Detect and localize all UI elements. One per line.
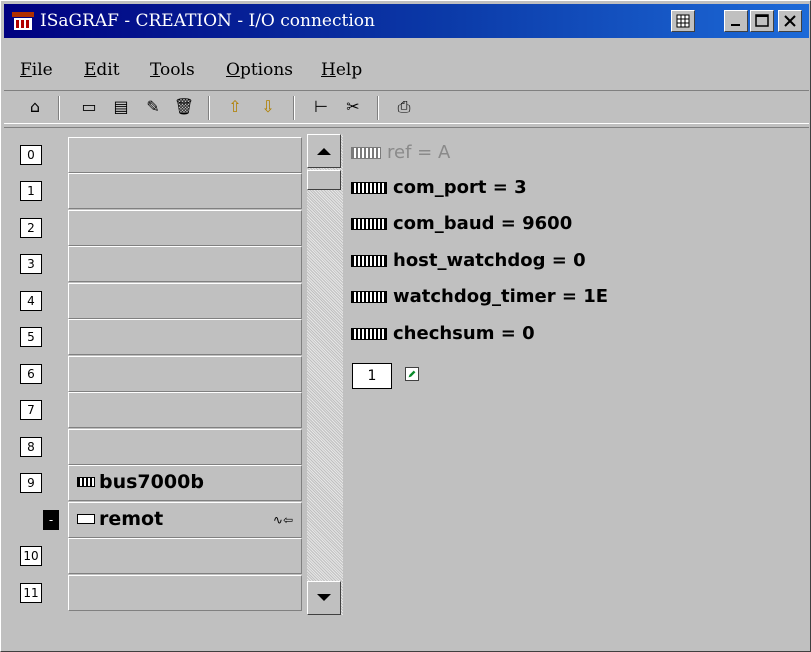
toolbar-separator <box>293 96 295 120</box>
toolbar-separator <box>377 96 379 120</box>
parameter-icon <box>351 255 387 267</box>
slot-row[interactable] <box>68 246 302 282</box>
edit-icon[interactable] <box>405 367 419 381</box>
chevron-down-icon <box>317 594 331 601</box>
slot-number[interactable]: 1 <box>20 181 42 201</box>
slot-number[interactable]: 6 <box>20 364 42 384</box>
slot-number[interactable]: 4 <box>20 291 42 311</box>
connection-icon: ∿⇦ <box>272 513 293 527</box>
channel-number[interactable]: 1 <box>352 363 392 389</box>
board-icon <box>77 514 95 524</box>
scroll-thumb[interactable] <box>307 170 341 190</box>
window: ISaGRAF - CREATION - I/O connection File… <box>0 0 811 652</box>
print-icon[interactable]: ⎙ <box>393 97 415 117</box>
menu-tools[interactable]: Tools <box>150 60 195 80</box>
title-bar[interactable]: ISaGRAF - CREATION - I/O connection <box>4 4 809 38</box>
scroll-down-button[interactable] <box>307 581 341 615</box>
close-button[interactable] <box>778 10 802 32</box>
scroll-up-button[interactable] <box>307 134 341 168</box>
slot-number[interactable]: 8 <box>20 437 42 457</box>
parameter-item[interactable]: chechsum = 0 <box>351 319 535 349</box>
parameter-icon <box>351 147 381 159</box>
open-icon[interactable]: ⌂ <box>24 97 46 117</box>
parameter-icon <box>351 218 387 230</box>
slot-row[interactable] <box>68 319 302 355</box>
slot-row[interactable] <box>68 356 302 392</box>
grid-icon[interactable] <box>671 10 695 32</box>
cut-icon[interactable]: ✂ <box>342 97 364 117</box>
slot-row[interactable] <box>68 283 302 319</box>
slot-row[interactable] <box>68 210 302 246</box>
parameter-item[interactable]: host_watchdog = 0 <box>351 246 586 276</box>
maximize-button[interactable] <box>750 10 774 32</box>
up-arrow-icon[interactable]: ⇧ <box>224 97 246 117</box>
parameter-item[interactable]: com_port = 3 <box>351 173 527 203</box>
slot-number[interactable]: 9 <box>20 473 42 493</box>
slot-row[interactable] <box>68 429 302 465</box>
app-icon <box>12 12 34 30</box>
toolbar: ⌂ ▭ ▤ ✎ 🗑 ⇧ ⇩ ⊢ ✂ ⎙ <box>4 90 809 124</box>
slot-number[interactable]: 5 <box>20 327 42 347</box>
board-icon[interactable]: ▭ <box>78 97 100 117</box>
slot-number[interactable]: 2 <box>20 218 42 238</box>
slot-label: remot <box>99 508 164 530</box>
window-title: ISaGRAF - CREATION - I/O connection <box>40 11 375 31</box>
connect-icon[interactable]: ⊢ <box>310 97 332 117</box>
slot-number[interactable]: 10 <box>20 546 42 566</box>
slot-row-bus7000b[interactable]: bus7000b <box>68 465 302 501</box>
parameter-item[interactable]: com_baud = 9600 <box>351 209 572 239</box>
board-icon <box>77 477 95 487</box>
menu-file[interactable]: File <box>20 60 53 80</box>
slot-label: bus7000b <box>99 471 204 493</box>
parameter-item[interactable]: watchdog_timer = 1E <box>351 282 608 312</box>
save-icon[interactable]: ▤ <box>110 97 132 117</box>
minimize-button[interactable] <box>724 10 748 32</box>
parameter-item[interactable]: ref = A <box>351 138 450 168</box>
down-arrow-icon[interactable]: ⇩ <box>257 97 279 117</box>
parameter-icon <box>351 328 387 340</box>
slot-row[interactable] <box>68 575 302 611</box>
slot-row-remot[interactable]: remot ∿⇦ <box>68 502 302 538</box>
toolbar-separator <box>208 96 210 120</box>
chevron-up-icon <box>317 148 331 155</box>
slot-row[interactable] <box>68 538 302 574</box>
menu-edit[interactable]: Edit <box>84 60 120 80</box>
slot-row[interactable] <box>68 173 302 209</box>
delete-icon[interactable]: 🗑 <box>173 97 195 117</box>
slot-number[interactable]: 3 <box>20 254 42 274</box>
parameter-icon <box>351 182 387 194</box>
slot-number[interactable]: 0 <box>20 145 42 165</box>
menu-help[interactable]: Help <box>321 60 362 80</box>
slot-number[interactable]: 11 <box>20 583 42 603</box>
collapse-toggle[interactable]: - <box>43 510 59 530</box>
menu-options[interactable]: Options <box>226 60 293 80</box>
slot-row[interactable] <box>68 392 302 428</box>
parameter-icon <box>351 291 387 303</box>
wizard-icon[interactable]: ✎ <box>142 97 164 117</box>
toolbar-separator <box>58 96 60 120</box>
slot-number[interactable]: 7 <box>20 400 42 420</box>
slot-row[interactable] <box>68 137 302 173</box>
vertical-scrollbar[interactable] <box>307 134 343 615</box>
